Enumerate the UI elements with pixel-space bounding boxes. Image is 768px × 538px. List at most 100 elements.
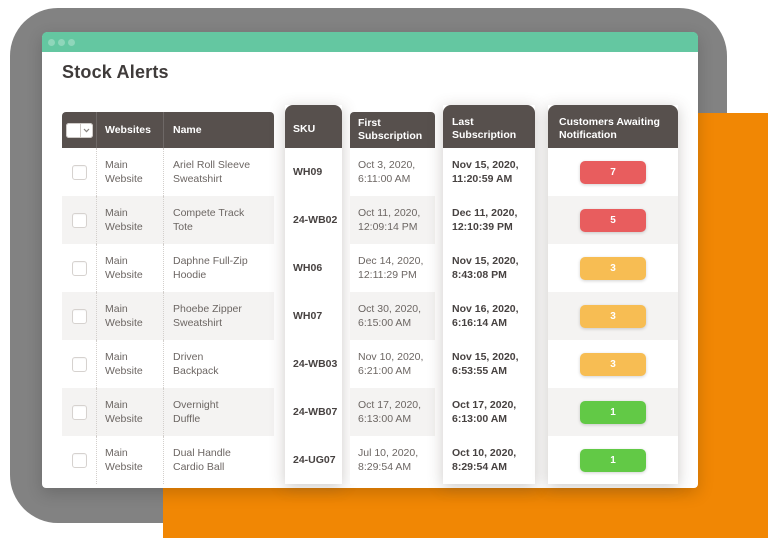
name-cell: Ariel Roll Sleeve Sweatshirt xyxy=(163,148,274,196)
awaiting-count-badge: 3 xyxy=(580,304,646,328)
last-subscription-cell: Dec 11, 2020, 12:10:39 PM xyxy=(443,196,535,244)
sku-cell: 24-UG07 xyxy=(285,436,342,484)
stock-alerts-grid: Websites Name Main Website Ariel Roll Sle… xyxy=(62,105,678,484)
name-cell: Driven Backpack xyxy=(163,340,274,388)
awaiting-count-badge: 5 xyxy=(580,208,646,232)
grid-body-first-subscription: Oct 3, 2020, 6:11:00 AM Oct 11, 2020, 12:… xyxy=(350,148,435,484)
page-title: Stock Alerts xyxy=(62,62,169,82)
row-select-cell xyxy=(62,196,96,244)
column-header-last-subscription[interactable]: Last Subscription xyxy=(443,105,535,148)
column-header-name[interactable]: Name xyxy=(163,112,274,148)
awaiting-count-badge: 1 xyxy=(580,448,646,472)
websites-cell: Main Website xyxy=(96,196,163,244)
sku-cell: WH06 xyxy=(285,244,342,292)
first-subscription-cell: Oct 17, 2020, 6:13:00 AM xyxy=(350,388,435,436)
sku-cell: 24-WB02 xyxy=(285,196,342,244)
name-cell: Phoebe Zipper Sweatshirt xyxy=(163,292,274,340)
row-checkbox[interactable] xyxy=(71,212,87,228)
first-subscription-cell: Dec 14, 2020, 12:11:29 PM xyxy=(350,244,435,292)
awaiting-count-badge: 3 xyxy=(580,256,646,280)
awaiting-count-badge: 1 xyxy=(580,400,646,424)
first-subscription-cell: Oct 11, 2020, 12:09:14 PM xyxy=(350,196,435,244)
row-select-cell xyxy=(62,148,96,196)
last-subscription-cell: Nov 16, 2020, 6:16:14 AM xyxy=(443,292,535,340)
table-row: Main Website Daphne Full-Zip Hoodie xyxy=(62,244,274,292)
sku-cell: 24-WB07 xyxy=(285,388,342,436)
window-dot xyxy=(58,38,65,46)
column-header-websites[interactable]: Websites xyxy=(96,112,163,148)
customers-awaiting-cell: 1 xyxy=(548,436,678,484)
grid-segment-sku: SKU WH09 24-WB02 WH06 WH07 24-WB03 24-WB07 24-… xyxy=(285,105,342,484)
name-cell: Compete Track Tote xyxy=(163,196,274,244)
grid-body-last-subscription: Nov 15, 2020, 11:20:59 AM Dec 11, 2020, 1… xyxy=(443,148,535,484)
row-select-cell xyxy=(62,388,96,436)
row-select-cell xyxy=(62,436,96,484)
table-row: Main Website Driven Backpack xyxy=(62,340,274,388)
row-checkbox[interactable] xyxy=(71,164,87,180)
window-dot xyxy=(68,38,75,46)
customers-awaiting-cell: 7 xyxy=(548,148,678,196)
select-all-header-cell[interactable] xyxy=(62,112,96,148)
table-row: Main Website Dual Handle Cardio Ball xyxy=(62,436,274,484)
last-subscription-cell: Nov 15, 2020, 11:20:59 AM xyxy=(443,148,535,196)
first-subscription-cell: Oct 30, 2020, 6:15:00 AM xyxy=(350,292,435,340)
table-row: Main Website Overnight Duffle xyxy=(62,388,274,436)
websites-cell: Main Website xyxy=(96,292,163,340)
sku-cell: 24-WB03 xyxy=(285,340,342,388)
column-header-first-subscription[interactable]: First Subscription xyxy=(350,112,435,148)
table-row: Main Website Ariel Roll Sleeve Sweatshirt xyxy=(62,148,274,196)
table-row: Main Website Phoebe Zipper Sweatshirt xyxy=(62,292,274,340)
chevron-down-icon xyxy=(83,128,90,132)
grid-body-customers-awaiting: 7 5 3 3 3 1 1 xyxy=(548,148,678,484)
sku-cell: WH07 xyxy=(285,292,342,340)
column-header-sku[interactable]: SKU xyxy=(285,105,342,148)
last-subscription-cell: Oct 10, 2020, 8:29:54 AM xyxy=(443,436,535,484)
table-row: Main Website Compete Track Tote xyxy=(62,196,274,244)
websites-cell: Main Website xyxy=(96,436,163,484)
first-subscription-cell: Jul 10, 2020, 8:29:54 AM xyxy=(350,436,435,484)
first-subscription-cell: Nov 10, 2020, 6:21:00 AM xyxy=(350,340,435,388)
first-subscription-cell: Oct 3, 2020, 6:11:00 AM xyxy=(350,148,435,196)
websites-cell: Main Website xyxy=(96,340,163,388)
websites-cell: Main Website xyxy=(96,388,163,436)
grid-segment-first-subscription: First Subscription Oct 3, 2020, 6:11:00 … xyxy=(350,112,435,484)
websites-cell: Main Website xyxy=(96,148,163,196)
column-header-customers-awaiting[interactable]: Customers Awaiting Notification xyxy=(548,105,678,148)
row-select-cell xyxy=(62,292,96,340)
grid-body-sku: WH09 24-WB02 WH06 WH07 24-WB03 24-WB07 24-UG07 xyxy=(285,148,342,484)
websites-cell: Main Website xyxy=(96,244,163,292)
grid-header-main: Websites Name xyxy=(62,112,274,148)
browser-window: Stock Alerts Websites Name Main Website … xyxy=(42,32,698,488)
grid-segment-main: Websites Name Main Website Ariel Roll Sle… xyxy=(62,112,274,484)
row-checkbox[interactable] xyxy=(71,356,87,372)
name-cell: Dual Handle Cardio Ball xyxy=(163,436,274,484)
name-cell: Overnight Duffle xyxy=(163,388,274,436)
sku-cell: WH09 xyxy=(285,148,342,196)
row-checkbox[interactable] xyxy=(71,260,87,276)
window-dot xyxy=(48,38,55,46)
awaiting-count-badge: 3 xyxy=(580,352,646,376)
last-subscription-cell: Nov 15, 2020, 8:43:08 PM xyxy=(443,244,535,292)
screenshot-stage: Stock Alerts Websites Name Main Website … xyxy=(0,0,768,538)
grid-body-main: Main Website Ariel Roll Sleeve Sweatshirt… xyxy=(62,148,274,484)
customers-awaiting-cell: 3 xyxy=(548,244,678,292)
row-select-cell xyxy=(62,340,96,388)
last-subscription-cell: Nov 15, 2020, 6:53:55 AM xyxy=(443,340,535,388)
row-checkbox[interactable] xyxy=(71,308,87,324)
row-checkbox[interactable] xyxy=(71,452,87,468)
select-all-box[interactable] xyxy=(66,123,80,138)
name-cell: Daphne Full-Zip Hoodie xyxy=(163,244,274,292)
select-all-checkbox[interactable] xyxy=(65,122,93,138)
grid-segment-customers-awaiting: Customers Awaiting Notification 7 5 3 3 3 1 1 xyxy=(548,105,678,484)
row-checkbox[interactable] xyxy=(71,404,87,420)
customers-awaiting-cell: 5 xyxy=(548,196,678,244)
row-select-cell xyxy=(62,244,96,292)
customers-awaiting-cell: 3 xyxy=(548,292,678,340)
last-subscription-cell: Oct 17, 2020, 6:13:00 AM xyxy=(443,388,535,436)
window-titlebar xyxy=(42,32,698,52)
awaiting-count-badge: 7 xyxy=(580,160,646,184)
grid-segment-last-subscription: Last Subscription Nov 15, 2020, 11:20:59… xyxy=(443,105,535,484)
customers-awaiting-cell: 1 xyxy=(548,388,678,436)
customers-awaiting-cell: 3 xyxy=(548,340,678,388)
select-all-dropdown[interactable] xyxy=(79,122,93,138)
